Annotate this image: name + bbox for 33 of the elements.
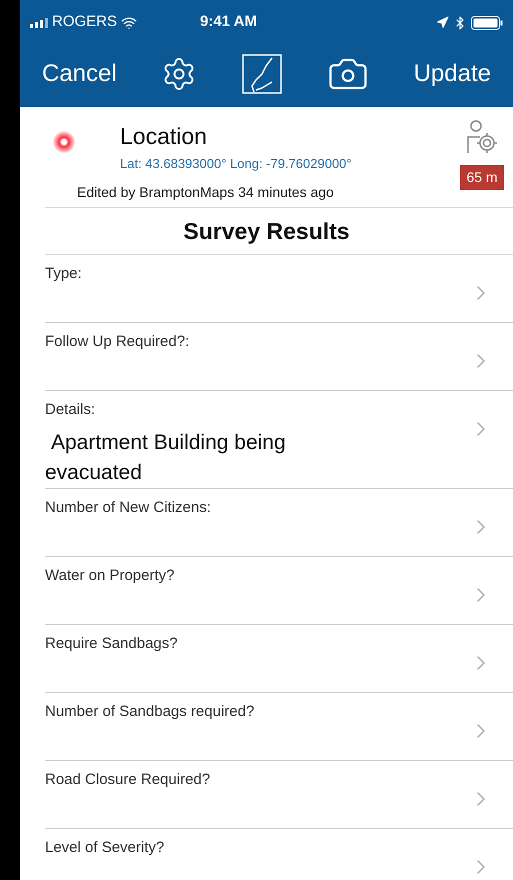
form-field-row[interactable]: Follow Up Required?: (45, 323, 513, 391)
field-label: Details: (45, 400, 96, 420)
signal-icon (30, 18, 48, 28)
field-label: Level of Severity? (45, 838, 166, 858)
status-time: 9:41 AM (200, 12, 258, 32)
field-label: Follow Up Required?: (45, 332, 190, 352)
form-field-row[interactable]: Details: Apartment Building being evacuated (45, 391, 513, 489)
location-title: Location (120, 122, 208, 151)
map-icon[interactable] (242, 54, 282, 94)
cancel-button[interactable]: Cancel (42, 56, 117, 92)
coordinates-text: Lat: 43.68393000° Long: -79.76029000° (120, 154, 353, 173)
battery-icon (471, 16, 503, 30)
form-field-row[interactable]: Road Closure Required? (45, 761, 513, 829)
carrier-name: ROGERS (52, 12, 118, 32)
field-label: Number of Sandbags required? (45, 702, 256, 722)
form-field-row[interactable]: Number of Sandbags required? (45, 693, 513, 761)
field-label: Type: (45, 264, 83, 284)
field-label: Require Sandbags? (45, 634, 179, 654)
field-label: Road Closure Required? (45, 770, 212, 790)
form-field-row[interactable]: Level of Severity? (45, 829, 513, 880)
form-field-row[interactable]: Number of New Citizens: (45, 489, 513, 557)
form-field-row[interactable]: Water on Property? (45, 557, 513, 625)
wifi-icon (121, 14, 138, 30)
form-field-row[interactable]: Type: (45, 255, 513, 323)
edited-text: Edited by BramptonMaps 34 minutes ago (77, 183, 335, 202)
update-button[interactable]: Update (414, 56, 491, 92)
location-arrow-icon (436, 16, 449, 29)
accuracy-badge: 65 m (460, 165, 504, 190)
field-label: Water on Property? (45, 566, 176, 586)
field-label: Number of New Citizens: (45, 498, 212, 518)
form-field-row[interactable]: Require Sandbags? (45, 625, 513, 693)
section-title: Survey Results (183, 216, 350, 246)
field-value: Apartment Building being evacuated (45, 430, 287, 486)
